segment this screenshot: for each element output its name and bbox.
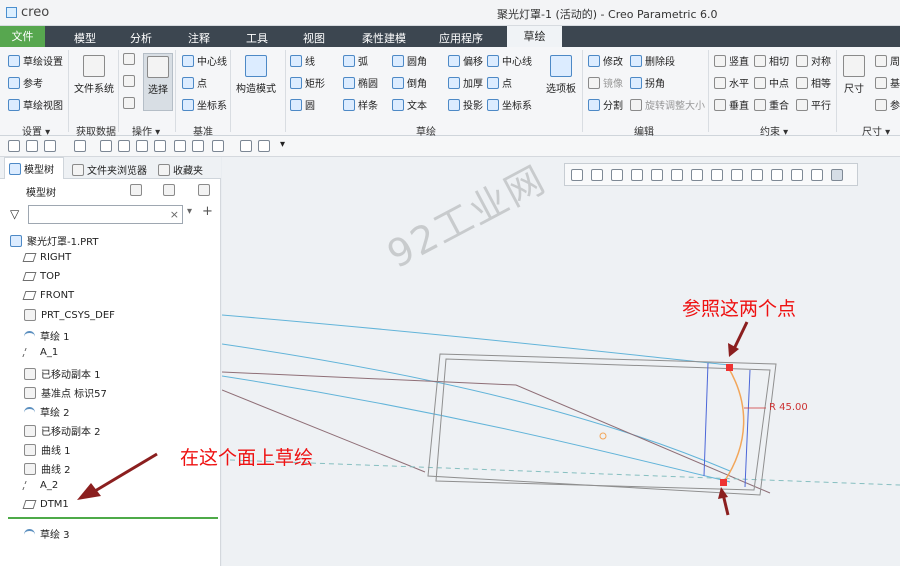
refit-icon[interactable] xyxy=(571,169,583,181)
network-display-icon[interactable] xyxy=(831,169,843,181)
datum-display-icon[interactable] xyxy=(711,169,723,181)
annotation-arrow-top xyxy=(731,321,749,352)
constraint-display-icon[interactable] xyxy=(811,169,823,181)
radius-dimension-label[interactable]: R 45.00 xyxy=(769,402,808,413)
display-style-icon[interactable] xyxy=(651,169,663,181)
spin-center-icon[interactable] xyxy=(751,169,763,181)
annotation-arrow-tree xyxy=(94,452,158,493)
annotation-arrowhead-bottom xyxy=(718,487,728,499)
annotation-arrowhead-tree xyxy=(77,483,101,500)
annotation-arrows xyxy=(77,321,749,516)
zoom-out-icon[interactable] xyxy=(611,169,623,181)
zoom-in-icon[interactable] xyxy=(591,169,603,181)
sketcher-display-icon[interactable] xyxy=(791,169,803,181)
annotation-reference-points: 参照这两个点 xyxy=(682,298,797,320)
annotation-sketch-plane: 在这个面上草绘 xyxy=(180,447,314,469)
view-manager-icon[interactable] xyxy=(691,169,703,181)
sketch-view-icon[interactable] xyxy=(771,169,783,181)
saved-orientations-icon[interactable] xyxy=(671,169,683,181)
annotation-display-icon[interactable] xyxy=(731,169,743,181)
view-toolbar xyxy=(564,163,858,186)
repaint-icon[interactable] xyxy=(631,169,643,181)
